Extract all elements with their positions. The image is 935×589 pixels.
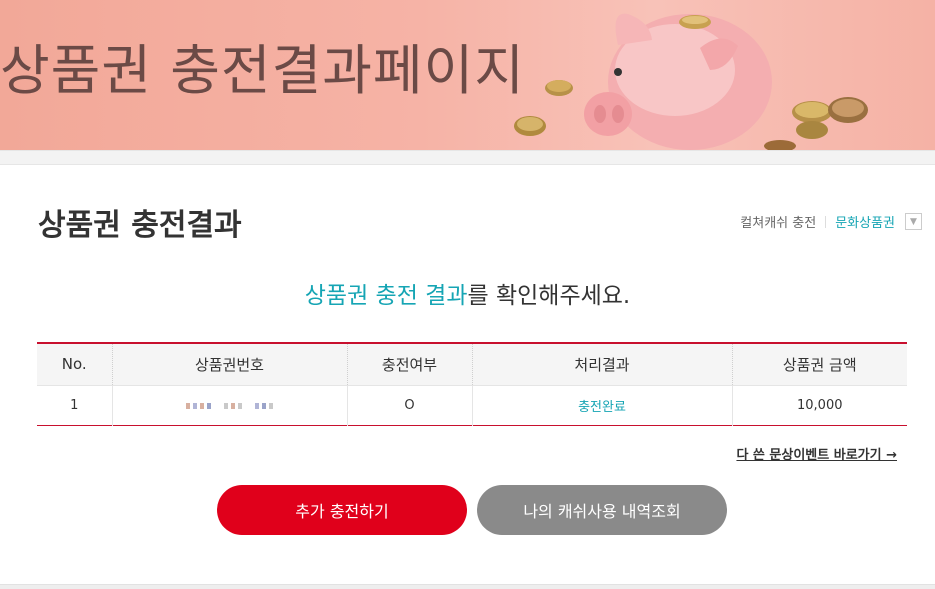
event-shortcut-link[interactable]: 다 쓴 문상이벤트 바로가기 → (736, 444, 897, 463)
result-message-highlight: 상품권 충전 결과 (304, 283, 468, 309)
header-charge-status: 충전여부 (346, 343, 472, 385)
section-divider (0, 150, 935, 165)
header-voucher-amount: 상품권 금액 (731, 343, 907, 385)
piggy-bank-icon (514, 13, 868, 150)
table-header-row: No. 상품권번호 충전여부 처리결과 상품권 금액 (37, 343, 907, 385)
banner-title: 상품권 충전결과페이지 (0, 39, 525, 102)
cell-no: 1 (37, 384, 112, 425)
tab-culture-cash[interactable]: 컬쳐캐쉬 충전 (740, 212, 816, 231)
masked-voucher-number (186, 402, 273, 409)
result-table: No. 상품권번호 충전여부 처리결과 상품권 금액 1 O 충전완료 10,0… (37, 342, 907, 426)
table-row: 1 O 충전완료 10,000 (37, 384, 907, 425)
add-charge-button[interactable]: 추가 충전하기 (217, 485, 467, 535)
cell-voucher-number (111, 384, 347, 425)
cell-charge-status: O (346, 384, 472, 425)
section-title: 상품권 충전결과 (38, 208, 242, 243)
cash-history-button[interactable]: 나의 캐쉬사용 내역조회 (477, 485, 727, 535)
result-message: 상품권 충전 결과를 확인해주세요. (0, 276, 935, 310)
header-voucher-number: 상품권번호 (111, 343, 347, 385)
header-process-result: 처리결과 (471, 343, 732, 385)
cell-process-result: 충전완료 (471, 384, 732, 425)
cell-voucher-amount: 10,000 (731, 384, 907, 425)
footer-divider (0, 584, 935, 589)
chevron-down-icon[interactable]: ▼ (905, 213, 922, 230)
tab-separator (825, 215, 827, 228)
tab-culture-voucher[interactable]: 문화상품권 (835, 212, 895, 231)
voucher-type-tabs: 컬쳐캐쉬 충전 문화상품권 ▼ (740, 212, 922, 231)
banner: 상품권 충전결과페이지 (0, 0, 935, 150)
result-message-rest: 를 확인해주세요. (467, 283, 631, 309)
header-no: No. (37, 343, 112, 385)
